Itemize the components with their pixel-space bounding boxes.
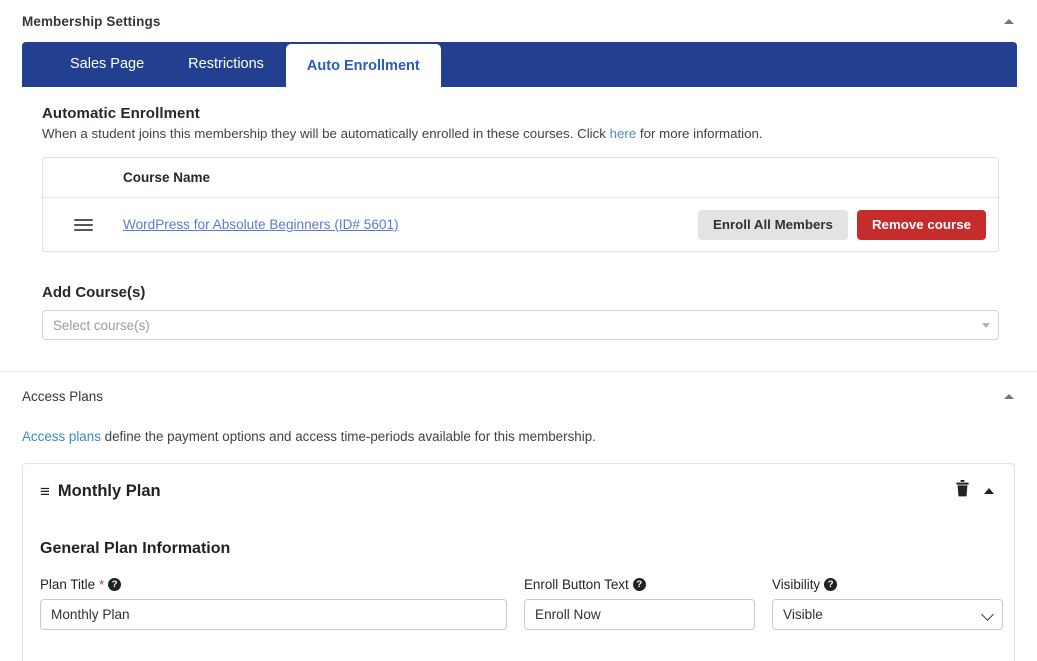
page-title: Membership Settings bbox=[22, 13, 161, 29]
automatic-enrollment-description: When a student joins this membership the… bbox=[42, 126, 1017, 141]
membership-settings-collapse-toggle[interactable] bbox=[997, 10, 1021, 32]
auto-enrollment-course-table: Course Name WordPress for Absolute Begin… bbox=[42, 157, 999, 252]
access-plan-card-header: ≡ Monthly Plan bbox=[23, 464, 1014, 502]
tab-auto-enrollment[interactable]: Auto Enrollment bbox=[285, 44, 441, 88]
row-actions: Enroll All Members Remove course bbox=[698, 209, 998, 240]
add-courses-select[interactable]: Select course(s) bbox=[42, 310, 999, 340]
enroll-button-text-input[interactable] bbox=[524, 599, 755, 630]
tab-restrictions[interactable]: Restrictions bbox=[166, 42, 286, 87]
help-circle-icon[interactable]: ? bbox=[632, 578, 646, 591]
visibility-label-group: Visibility ? bbox=[772, 577, 1003, 592]
access-plans-description-text: define the payment options and access ti… bbox=[100, 429, 596, 444]
membership-settings-header: Membership Settings bbox=[0, 0, 1037, 40]
help-circle-icon[interactable]: ? bbox=[108, 578, 122, 591]
enroll-button-text-field-group: Enroll Button Text ? bbox=[524, 577, 755, 630]
tab-sales-page[interactable]: Sales Page bbox=[48, 42, 166, 87]
remove-course-button[interactable]: Remove course bbox=[856, 209, 986, 240]
settings-tabs: Sales Page Restrictions Auto Enrollment bbox=[22, 42, 1017, 88]
plan-title-field-group: Plan Title * ? bbox=[40, 577, 507, 630]
caret-down-icon bbox=[982, 322, 990, 328]
more-information-link[interactable]: here bbox=[610, 126, 637, 141]
add-courses-placeholder: Select course(s) bbox=[53, 317, 150, 333]
auto-enrollment-body: Automatic Enrollment When a student join… bbox=[0, 87, 1037, 252]
visibility-field-group: Visibility ? bbox=[772, 577, 1003, 630]
trash-icon[interactable] bbox=[955, 480, 970, 502]
general-plan-information-form: Plan Title * ? Enroll Button Text ? Visi… bbox=[23, 558, 1014, 630]
help-circle-icon[interactable]: ? bbox=[824, 578, 838, 591]
general-plan-information-heading: General Plan Information bbox=[40, 540, 231, 557]
access-plans-description: Access plans define the payment options … bbox=[0, 407, 1037, 444]
caret-up-icon bbox=[1004, 18, 1014, 24]
access-plan-collapse-toggle[interactable] bbox=[984, 488, 994, 494]
row-drag-handle[interactable] bbox=[43, 216, 123, 234]
access-plan-title-group: ≡ Monthly Plan bbox=[40, 482, 161, 501]
required-marker: * bbox=[99, 577, 105, 592]
hamburger-drag-icon bbox=[73, 216, 93, 234]
caret-up-icon bbox=[1004, 393, 1014, 399]
add-courses-section: Add Course(s) Select course(s) bbox=[0, 252, 1037, 340]
description-text-before: When a student joins this membership the… bbox=[42, 126, 610, 141]
automatic-enrollment-heading: Automatic Enrollment bbox=[42, 105, 200, 122]
access-plans-collapse-toggle[interactable] bbox=[997, 385, 1021, 407]
column-header-course-name: Course Name bbox=[123, 170, 211, 185]
access-plans-header: Access Plans bbox=[0, 372, 1037, 407]
access-plan-card: ≡ Monthly Plan General Plan Information bbox=[22, 463, 1015, 661]
plan-title-input[interactable] bbox=[40, 599, 507, 630]
enroll-button-text-label: Enroll Button Text bbox=[524, 577, 629, 592]
plan-title-label: Plan Title bbox=[40, 577, 96, 592]
plan-title-label-group: Plan Title * ? bbox=[40, 577, 507, 592]
access-plan-actions bbox=[955, 480, 994, 502]
drag-grip-icon[interactable]: ≡ bbox=[40, 483, 50, 500]
access-plans-panel: Access Plans Access plans define the pay… bbox=[0, 372, 1037, 661]
visibility-select[interactable] bbox=[772, 599, 1003, 630]
enroll-all-members-button[interactable]: Enroll All Members bbox=[698, 209, 848, 240]
course-name-link[interactable]: WordPress for Absolute Beginners (ID# 56… bbox=[123, 217, 698, 232]
visibility-label: Visibility bbox=[772, 577, 821, 592]
membership-settings-panel: Membership Settings Sales Page Restricti… bbox=[0, 0, 1037, 372]
access-plan-title: Monthly Plan bbox=[57, 481, 161, 500]
enroll-button-text-label-group: Enroll Button Text ? bbox=[524, 577, 755, 592]
description-text-after: for more information. bbox=[636, 126, 763, 141]
add-courses-label: Add Course(s) bbox=[42, 284, 146, 301]
table-header-row: Course Name bbox=[43, 158, 998, 198]
visibility-select-wrap bbox=[772, 599, 1003, 630]
access-plans-link[interactable]: Access plans bbox=[22, 429, 101, 444]
table-row: WordPress for Absolute Beginners (ID# 56… bbox=[43, 198, 998, 251]
access-plans-title: Access Plans bbox=[22, 388, 104, 404]
